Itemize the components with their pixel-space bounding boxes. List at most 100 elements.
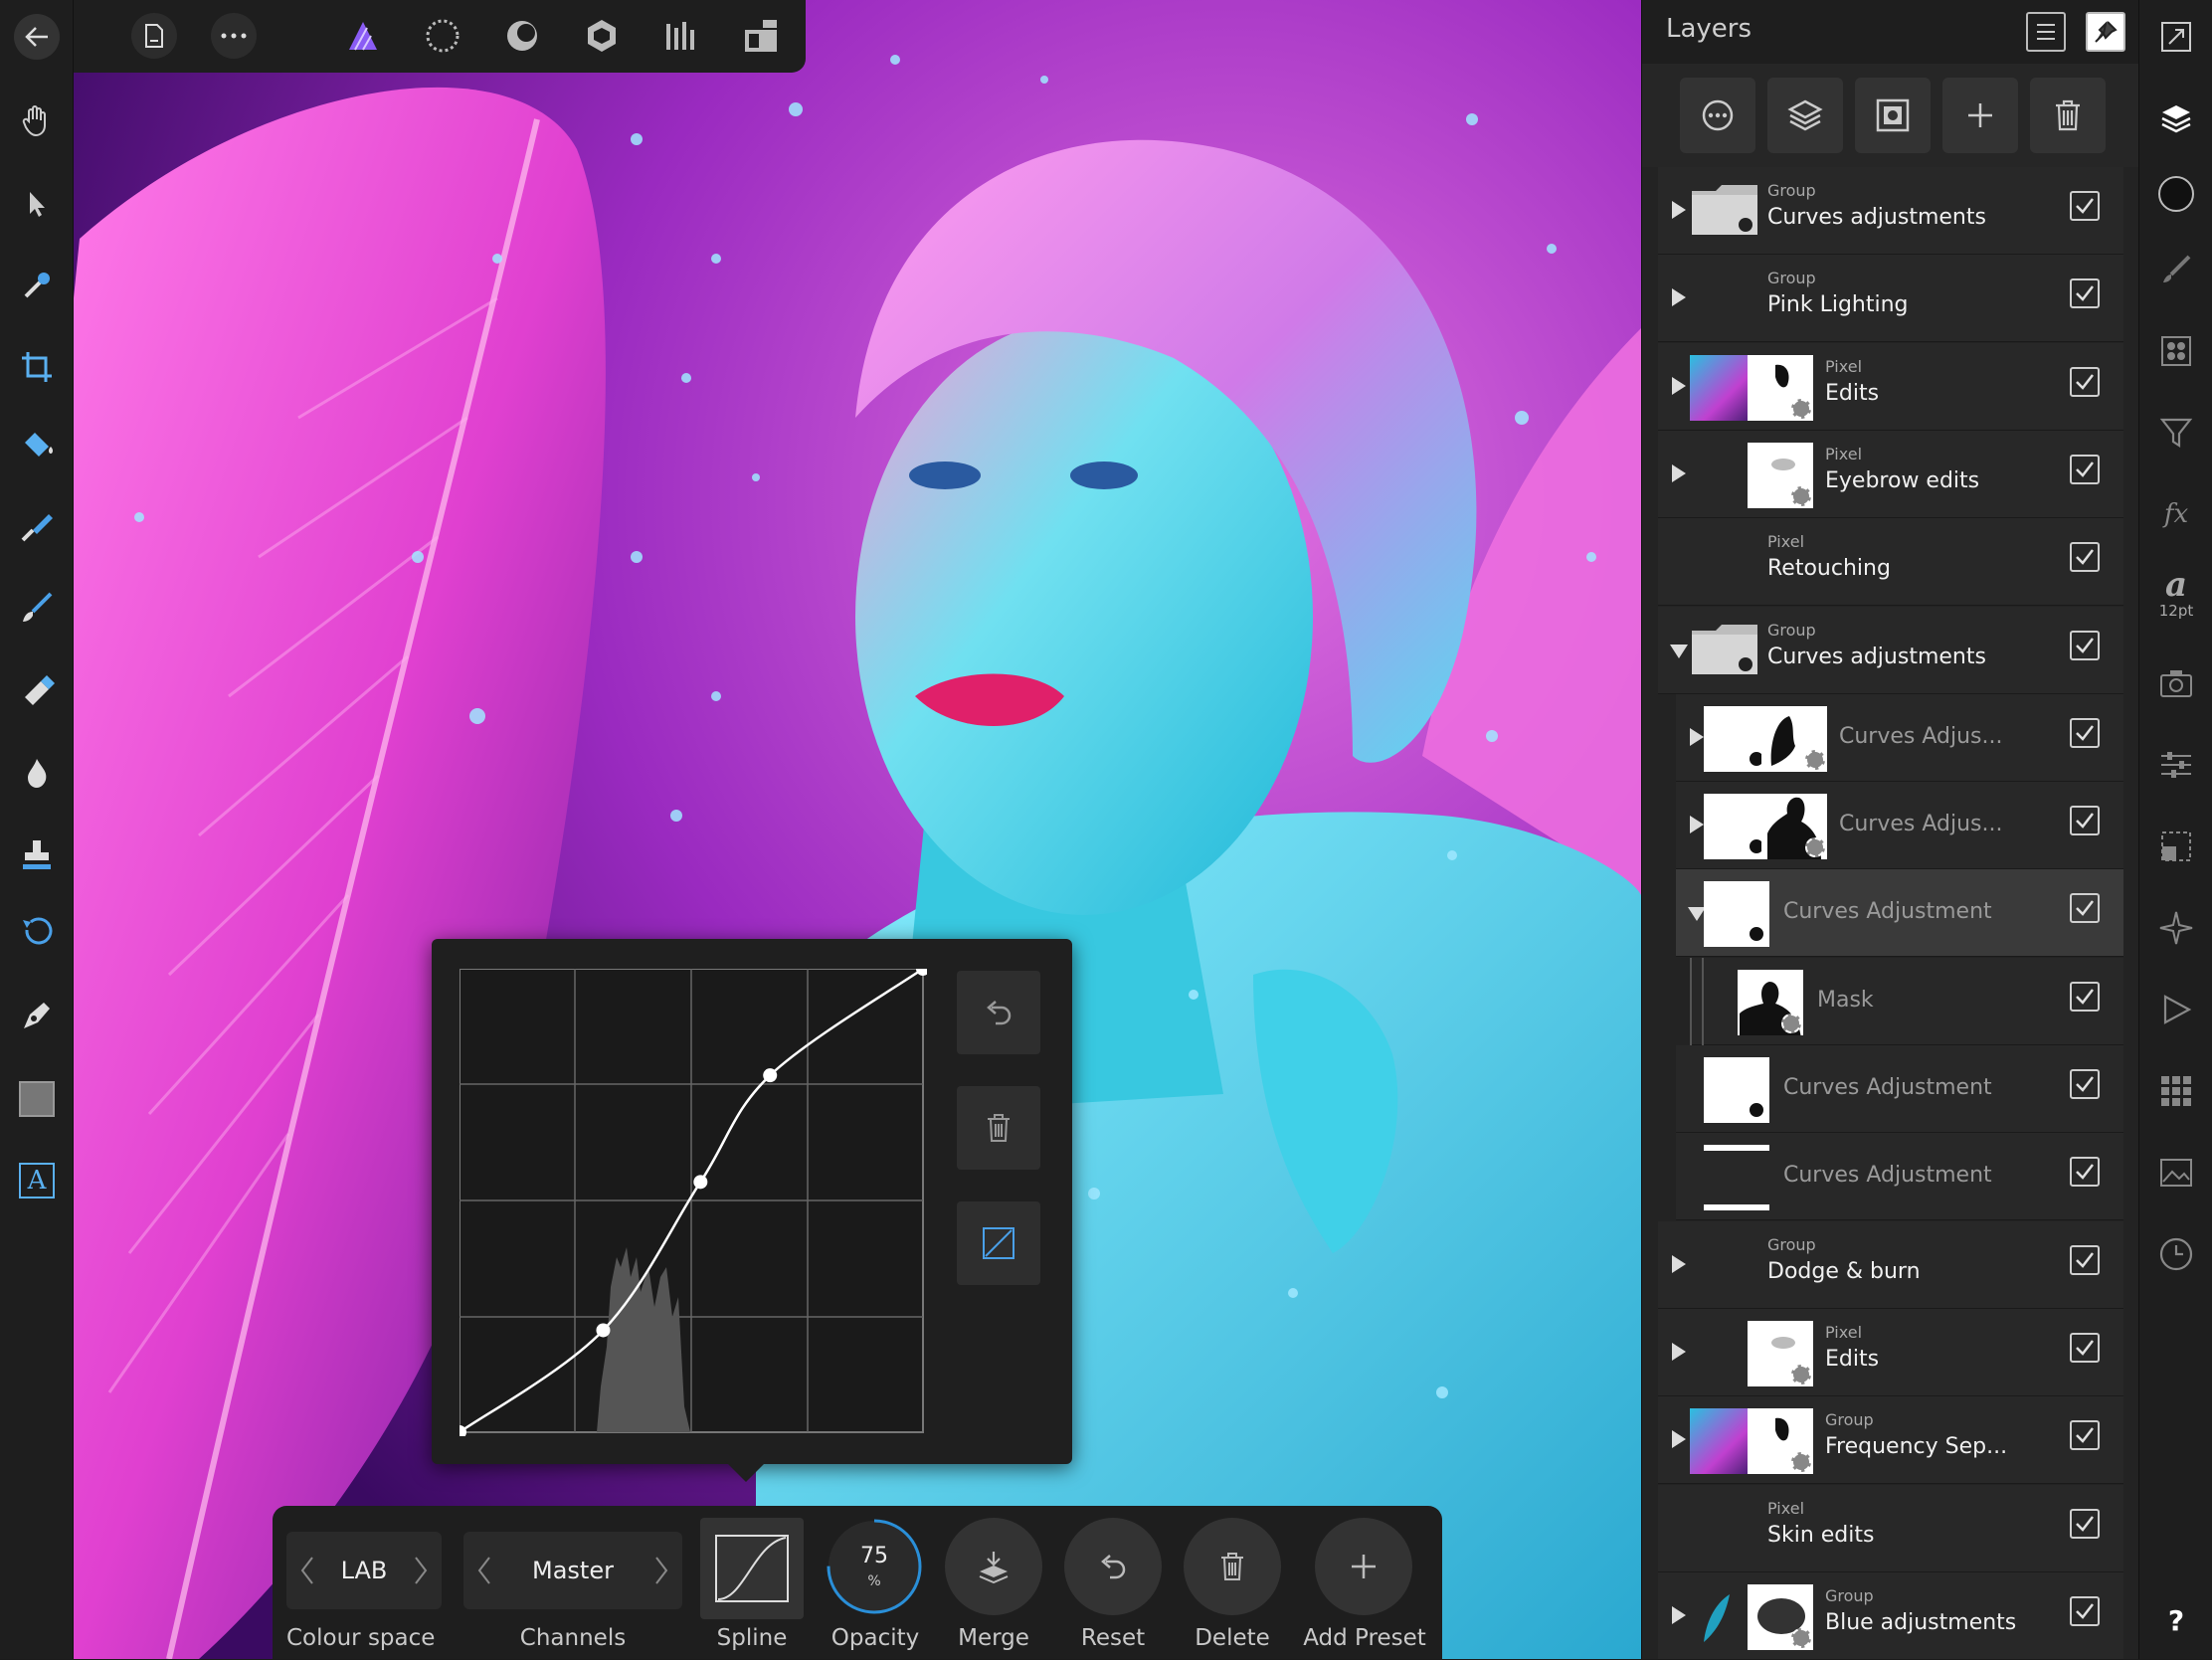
layer-row[interactable]: Group Curves adjustments	[1658, 167, 2123, 255]
delete-layer-button[interactable]	[2030, 78, 2106, 153]
layer-visibility-checkbox[interactable]	[2070, 542, 2100, 572]
curve-control-point[interactable]	[693, 1175, 708, 1190]
help-button[interactable]: ?	[2153, 1597, 2199, 1643]
layer-visibility-checkbox[interactable]	[2070, 1069, 2100, 1099]
stock-studio-button[interactable]	[2153, 660, 2199, 706]
chevron-right-icon[interactable]	[414, 1556, 428, 1585]
stock-images-button[interactable]	[2153, 1150, 2199, 1196]
more-button[interactable]	[209, 11, 259, 61]
layer-visibility-checkbox[interactable]	[2070, 455, 2100, 484]
curve-control-point[interactable]	[596, 1323, 611, 1338]
layer-row[interactable]: Curves Adjustment	[1676, 1133, 2123, 1220]
opacity-control[interactable]: 75 %	[826, 1518, 923, 1615]
curve-control-point[interactable]	[763, 1068, 778, 1083]
clone-tool[interactable]	[12, 830, 62, 879]
spline-button[interactable]	[700, 1518, 804, 1619]
layer-visibility-checkbox[interactable]	[2070, 631, 2100, 660]
undo-brush-tool[interactable]	[12, 909, 62, 959]
layer-row[interactable]: Group Frequency Sep...	[1658, 1396, 2123, 1484]
layer-row[interactable]: Group Blue adjustments	[1658, 1572, 2123, 1660]
layer-row[interactable]: Pixel Retouching	[1658, 518, 2123, 606]
layer-visibility-checkbox[interactable]	[2070, 718, 2100, 748]
layer-row[interactable]: Group Dodge & burn	[1658, 1221, 2123, 1309]
reset-button[interactable]	[1064, 1518, 1162, 1615]
selection-brush-tool[interactable]	[12, 501, 62, 551]
snapping-studio-button[interactable]	[2153, 905, 2199, 951]
layers-list[interactable]: Group Curves adjustments Group Pink Lightin…	[1642, 167, 2139, 1660]
navigator-button[interactable]	[2153, 14, 2199, 60]
add-mask-button[interactable]	[1855, 78, 1931, 153]
library-studio-button[interactable]	[2153, 1068, 2199, 1114]
auto-curve-button[interactable]	[957, 1201, 1040, 1285]
expand-arrow-icon[interactable]	[1672, 464, 1686, 482]
add-preset-button[interactable]	[1315, 1518, 1412, 1615]
delete-point-button[interactable]	[957, 1086, 1040, 1170]
channels-studio-button[interactable]	[2153, 328, 2199, 374]
rectangle-tool[interactable]	[12, 1074, 62, 1124]
layer-visibility-checkbox[interactable]	[2070, 278, 2100, 308]
document-button[interactable]	[129, 11, 179, 61]
layer-row[interactable]: Curves Adjus...	[1676, 694, 2123, 782]
dodge-tool[interactable]	[12, 748, 62, 798]
layer-visibility-checkbox[interactable]	[2070, 1245, 2100, 1275]
history-studio-button[interactable]	[2153, 1231, 2199, 1277]
layer-visibility-checkbox[interactable]	[2070, 1420, 2100, 1450]
photo-persona-button[interactable]	[338, 11, 388, 61]
effects-studio-button[interactable]: fx	[2153, 491, 2199, 537]
layer-row[interactable]: Curves Adjustment	[1676, 1045, 2123, 1133]
layer-row[interactable]: Curves Adjus...	[1676, 782, 2123, 869]
colour-studio-button[interactable]	[2153, 171, 2199, 217]
expand-arrow-icon[interactable]	[1672, 288, 1686, 306]
expand-arrow-icon[interactable]	[1672, 201, 1686, 219]
text-styles-button[interactable]: a 12pt	[2153, 563, 2199, 625]
expand-arrow-icon[interactable]	[1690, 816, 1704, 833]
expand-arrow-icon[interactable]	[1672, 1430, 1686, 1448]
layer-visibility-checkbox[interactable]	[2070, 982, 2100, 1012]
layer-visibility-checkbox[interactable]	[2070, 367, 2100, 397]
layer-visibility-checkbox[interactable]	[2070, 806, 2100, 835]
merge-button[interactable]	[945, 1518, 1042, 1615]
layer-visibility-checkbox[interactable]	[2070, 191, 2100, 221]
layer-row[interactable]: Curves Adjustment	[1676, 869, 2123, 957]
group-layers-button[interactable]	[1767, 78, 1843, 153]
layer-row[interactable]: Group Pink Lighting	[1658, 255, 2123, 342]
liquify-persona-button[interactable]	[418, 11, 467, 61]
erase-brush-tool[interactable]	[12, 664, 62, 714]
develop-persona-button[interactable]	[497, 11, 547, 61]
delete-adjustment-button[interactable]	[1184, 1518, 1281, 1615]
add-layer-button[interactable]	[1942, 78, 2018, 153]
paint-brush-tool[interactable]	[12, 583, 62, 633]
expand-arrow-icon[interactable]	[1672, 1343, 1686, 1361]
layer-visibility-checkbox[interactable]	[2070, 1333, 2100, 1363]
panel-menu-button[interactable]	[2026, 12, 2066, 52]
history-sliders-button[interactable]	[2153, 742, 2199, 788]
layer-visibility-checkbox[interactable]	[2070, 1157, 2100, 1187]
export-persona-button[interactable]	[656, 11, 706, 61]
pin-panel-button[interactable]	[2086, 12, 2125, 52]
layer-visibility-checkbox[interactable]	[2070, 1509, 2100, 1539]
hand-tool[interactable]	[12, 95, 62, 145]
layer-row[interactable]: Group Curves adjustments	[1658, 607, 2123, 694]
chevron-left-icon[interactable]	[477, 1556, 491, 1585]
layer-row[interactable]: Mask	[1690, 958, 2123, 1045]
curves-graph[interactable]	[460, 969, 927, 1436]
adjustments-studio-button[interactable]	[2153, 410, 2199, 456]
layer-row[interactable]: Pixel Eyebrow edits	[1658, 431, 2123, 518]
tone-map-persona-button[interactable]	[577, 11, 627, 61]
macro-studio-button[interactable]	[2153, 987, 2199, 1032]
chevron-left-icon[interactable]	[300, 1556, 314, 1585]
channels-selector[interactable]: Master	[463, 1532, 682, 1609]
brushes-studio-button[interactable]	[2153, 247, 2199, 292]
layer-visibility-checkbox[interactable]	[2070, 893, 2100, 923]
colour-space-selector[interactable]: LAB	[286, 1532, 442, 1609]
back-button[interactable]	[12, 12, 62, 62]
layer-options-button[interactable]	[1680, 78, 1755, 153]
expand-arrow-icon[interactable]	[1672, 377, 1686, 395]
transform-studio-button[interactable]	[2153, 824, 2199, 869]
pen-tool[interactable]	[12, 991, 62, 1040]
move-tool[interactable]	[12, 179, 62, 229]
expand-arrow-icon[interactable]	[1672, 1255, 1686, 1273]
text-tool[interactable]: A	[12, 1156, 62, 1205]
expand-arrow-icon[interactable]	[1672, 1606, 1686, 1624]
layer-row[interactable]: Pixel Edits	[1658, 1309, 2123, 1396]
